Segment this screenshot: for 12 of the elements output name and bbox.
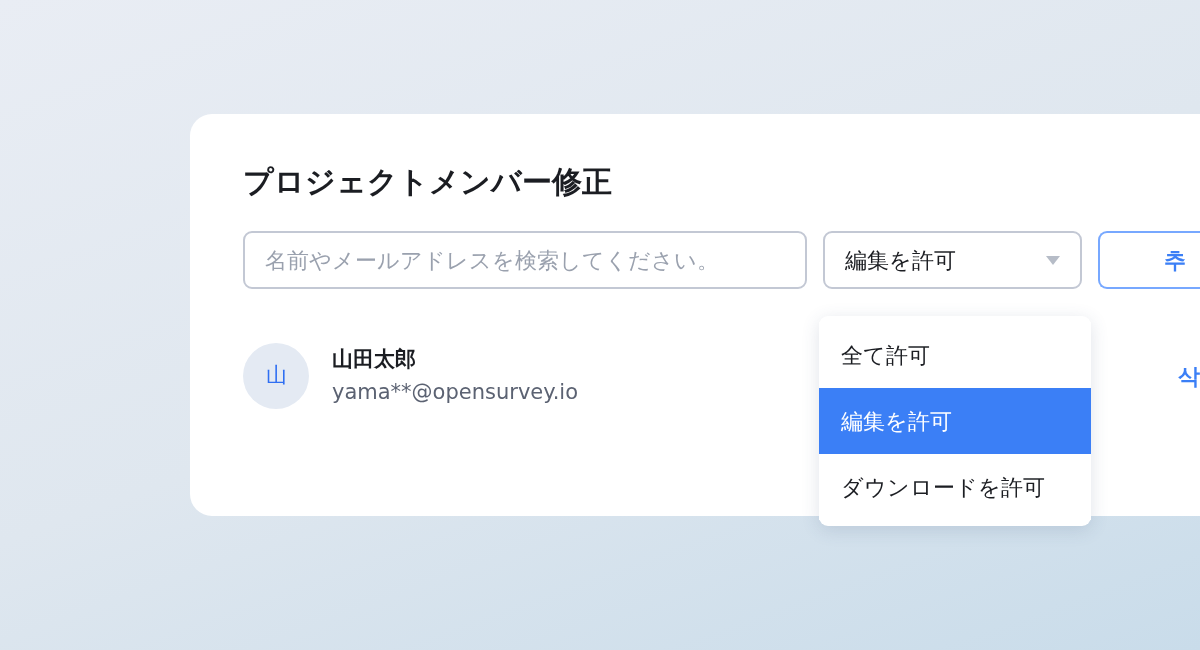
dropdown-option[interactable]: 編集を許可 <box>819 388 1091 454</box>
search-field[interactable]: 名前やメールアドレスを検索してください。 <box>243 231 807 289</box>
dialog-title: プロジェクトメンバー修正 <box>243 163 613 201</box>
member-email: yama**@opensurvey.io <box>332 379 579 406</box>
delete-button[interactable]: 삭 <box>1178 359 1200 393</box>
caret-icon <box>1046 255 1060 265</box>
permission-dropdown[interactable]: 編集を許可 <box>823 231 1082 289</box>
dropdown-option[interactable]: ダウンロードを許可 <box>819 454 1091 520</box>
add-button[interactable]: 추 <box>1098 231 1200 289</box>
avatar: 山 <box>243 343 309 409</box>
member-name: 山田太郎 <box>332 345 417 373</box>
dropdown-option[interactable]: 全て許可 <box>819 322 1091 388</box>
